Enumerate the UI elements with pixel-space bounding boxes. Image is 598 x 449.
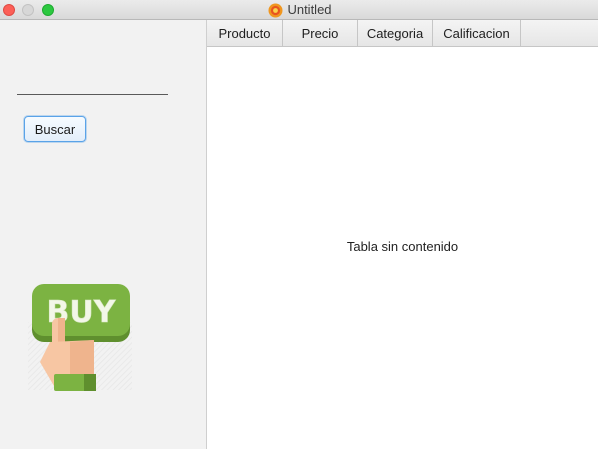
buy-hand-icon: BUY <box>28 284 132 391</box>
window-title: Untitled <box>287 2 332 17</box>
window-title-group: Untitled <box>0 0 598 20</box>
table-header: Producto Precio Categoria Calificacion <box>207 20 598 47</box>
column-header-precio[interactable]: Precio <box>283 20 358 46</box>
column-header-categoria[interactable]: Categoria <box>358 20 433 46</box>
app-window: Untitled Buscar BUY Producto Precio Cate… <box>0 0 598 449</box>
buy-image: BUY <box>28 282 134 392</box>
table-empty-message: Tabla sin contenido <box>346 239 459 254</box>
app-icon <box>268 3 283 18</box>
search-button[interactable]: Buscar <box>24 116 86 142</box>
title-bar[interactable]: Untitled <box>0 0 598 20</box>
left-panel: Buscar BUY <box>0 20 207 449</box>
search-input[interactable] <box>17 88 168 95</box>
column-header-producto[interactable]: Producto <box>207 20 283 46</box>
column-header-calificacion[interactable]: Calificacion <box>433 20 521 46</box>
products-table[interactable]: Producto Precio Categoria Calificacion T… <box>207 20 598 449</box>
